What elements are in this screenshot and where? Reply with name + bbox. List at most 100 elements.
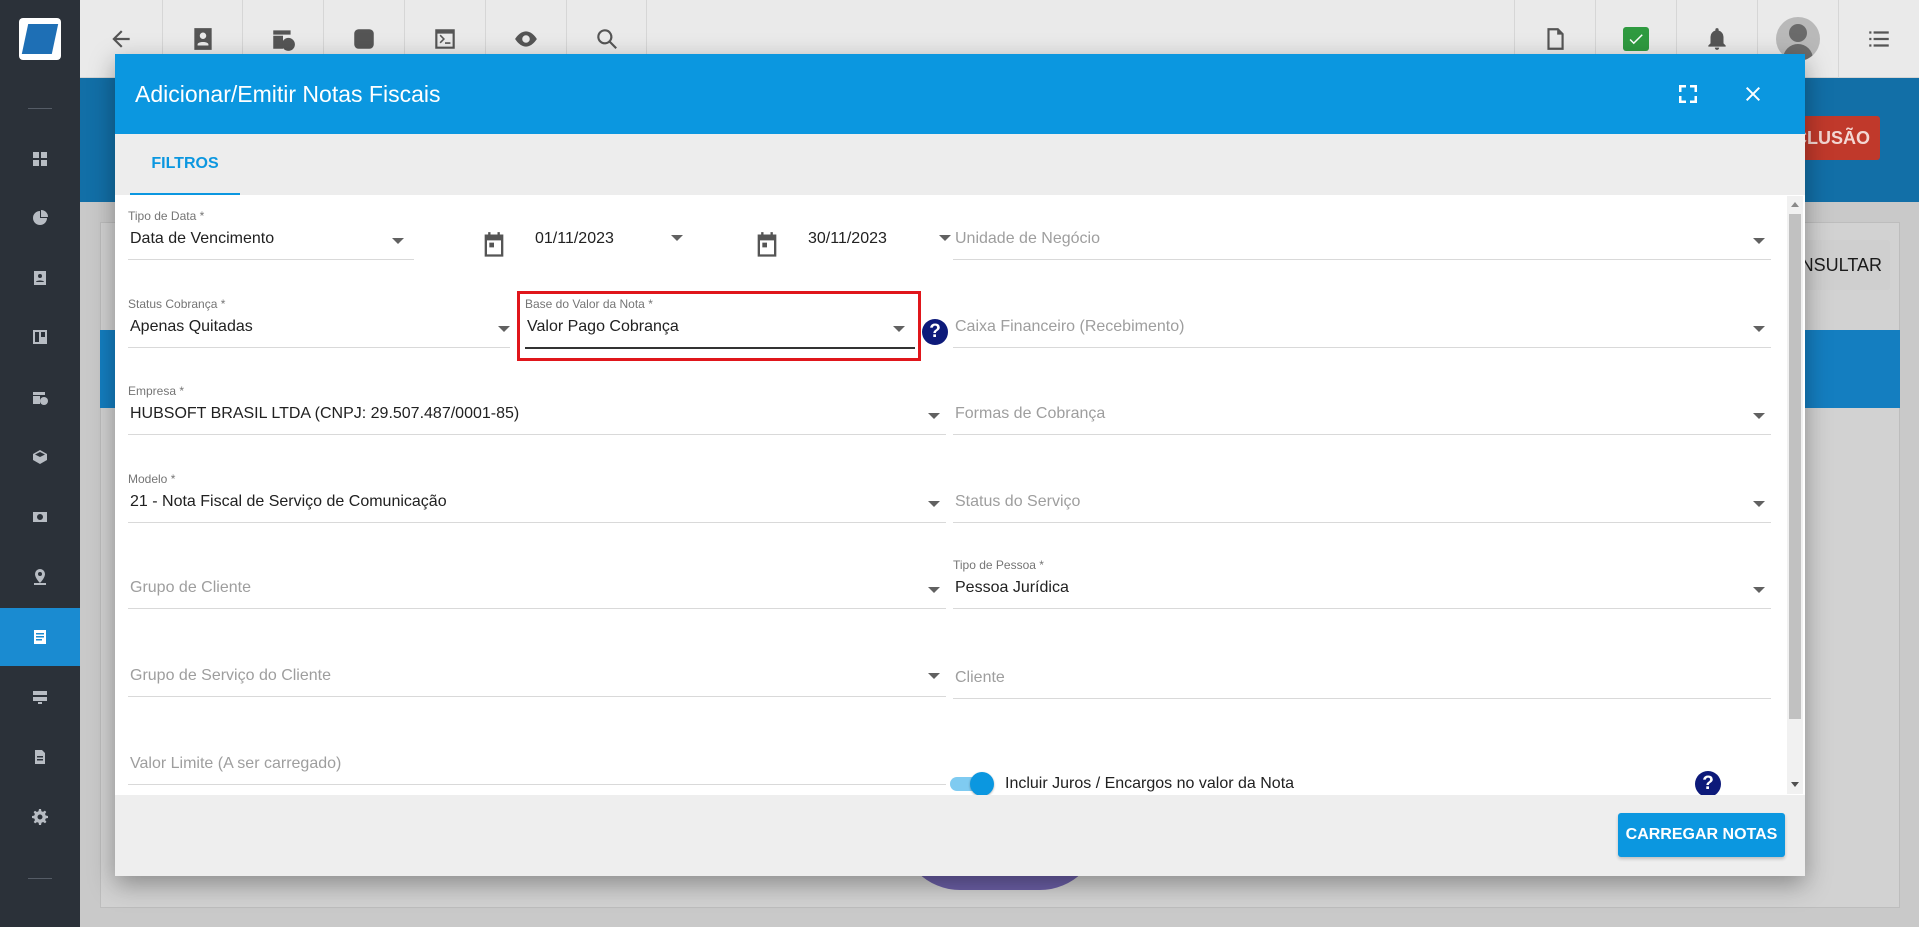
chevron-down-icon (1753, 238, 1765, 244)
field-placeholder: Status do Serviço (955, 493, 1081, 510)
sidebar-item-finance[interactable] (0, 488, 80, 546)
tipo-data-select[interactable]: Tipo de Data * Data de Vencimento (128, 209, 414, 267)
field-placeholder: Grupo de Cliente (130, 579, 251, 596)
main-menu-button[interactable] (1838, 0, 1919, 78)
field-value: Valor Pago Cobrança (527, 318, 679, 335)
scroll-thumb[interactable] (1789, 214, 1801, 719)
data-fim-field[interactable]: 30/11/2023 (806, 209, 951, 267)
chevron-down-icon (1753, 501, 1765, 507)
bell-icon (1708, 28, 1726, 50)
grupo-cliente-select[interactable]: Grupo de Cliente (128, 558, 946, 616)
sidebar-item-network[interactable] (0, 668, 80, 726)
sidebar-item-invoices[interactable] (0, 608, 80, 666)
chevron-down-icon (893, 326, 905, 332)
menu-list-icon (1869, 31, 1889, 47)
field-underline (128, 784, 946, 785)
data-inicio-field[interactable]: 01/11/2023 (533, 209, 683, 267)
modal-footer: CARREGAR NOTAS (115, 795, 1805, 876)
tipo-pessoa-select[interactable]: Tipo de Pessoa * Pessoa Jurídica (953, 558, 1771, 616)
close-button[interactable] (1737, 78, 1769, 110)
juros-toggle-label: Incluir Juros / Encargos no valor da Not… (1005, 775, 1295, 792)
sidebar-item-dashboard[interactable] (0, 130, 80, 188)
field-value: Pessoa Jurídica (955, 579, 1069, 596)
sidebar-item-products[interactable] (0, 428, 80, 486)
app-logo[interactable] (19, 18, 61, 60)
chevron-down-icon (392, 238, 404, 244)
calendar-end-button[interactable] (753, 231, 781, 259)
empresa-select[interactable]: Empresa * HUBSOFT BRASIL LTDA (CNPJ: 29.… (128, 384, 946, 442)
fullscreen-button[interactable] (1672, 78, 1704, 110)
fullscreen-icon (1679, 85, 1697, 103)
field-label: Base do Valor da Nota * (525, 297, 653, 311)
field-underline (953, 347, 1771, 348)
money-icon (33, 512, 47, 522)
field-label: Empresa * (128, 384, 185, 398)
field-label: Tipo de Pessoa * (953, 558, 1044, 572)
chevron-down-icon (928, 673, 940, 679)
load-invoices-button[interactable]: CARREGAR NOTAS (1618, 813, 1785, 857)
valor-limite-input[interactable]: Valor Limite (A ser carregado) (128, 734, 946, 792)
sidebar-item-reports[interactable] (0, 189, 80, 247)
field-underline (128, 522, 946, 523)
status-servico-select[interactable]: Status do Serviço (953, 472, 1771, 530)
sidebar-item-board[interactable] (0, 308, 80, 366)
field-underline (953, 698, 1771, 699)
field-value: 30/11/2023 (808, 230, 887, 247)
juros-toggle[interactable] (950, 772, 994, 795)
field-value: 01/11/2023 (535, 230, 614, 247)
contact-card-icon (193, 28, 212, 50)
caixa-financeiro-select[interactable]: Caixa Financeiro (Recebimento) (953, 297, 1771, 355)
grupo-servico-cliente-select[interactable]: Grupo de Serviço do Cliente (128, 646, 946, 704)
field-label: Status Cobrança * (128, 297, 226, 311)
terminal-icon (435, 29, 455, 49)
calendar-icon (757, 232, 777, 257)
form-scrollbar[interactable] (1787, 196, 1803, 794)
chevron-down-icon (939, 235, 951, 241)
field-underline (953, 434, 1771, 435)
chevron-down-icon (1753, 587, 1765, 593)
sidebar-divider (28, 108, 52, 109)
eye-icon (515, 31, 537, 47)
dollar-icon (354, 29, 374, 49)
file-icon (35, 750, 45, 764)
field-value: 21 - Nota Fiscal de Serviço de Comunicaç… (130, 493, 447, 510)
calendar-icon (484, 232, 504, 257)
field-label: Modelo * (128, 472, 176, 486)
scroll-down-icon[interactable] (1791, 782, 1799, 787)
base-valor-nota-select[interactable]: Base do Valor da Nota * Valor Pago Cobra… (525, 297, 915, 355)
unidade-negocio-select[interactable]: Unidade de Negócio (953, 209, 1771, 267)
field-value: Apenas Quitadas (130, 318, 253, 335)
modelo-select[interactable]: Modelo * 21 - Nota Fiscal de Serviço de … (128, 472, 946, 530)
kanban-icon (33, 330, 47, 344)
pie-chart-icon (33, 210, 48, 225)
field-placeholder: Valor Limite (A ser carregado) (130, 755, 342, 772)
help-icon[interactable]: ? (1695, 771, 1721, 795)
back-arrow-icon (112, 30, 130, 48)
filters-form: Tipo de Data * Data de Vencimento 01/11/… (115, 195, 1790, 795)
check-icon (1623, 27, 1649, 51)
formas-cobranca-select[interactable]: Formas de Cobrança (953, 384, 1771, 442)
sidebar-item-clients[interactable] (0, 249, 80, 307)
sidebar-item-map[interactable] (0, 548, 80, 606)
sidebar-item-settings[interactable] (0, 788, 80, 846)
calendar-clock-icon (33, 392, 48, 405)
field-underline (953, 522, 1771, 523)
gear-icon (32, 809, 48, 825)
field-underline (525, 347, 915, 349)
help-icon[interactable]: ? (922, 319, 948, 345)
status-cobranca-select[interactable]: Status Cobrança * Apenas Quitadas (128, 297, 510, 355)
sidebar-item-files[interactable] (0, 728, 80, 786)
field-value: Data de Vencimento (130, 230, 275, 247)
field-placeholder: Unidade de Negócio (955, 230, 1100, 247)
toggle-knob (970, 772, 994, 795)
cliente-input[interactable]: Cliente (953, 648, 1771, 706)
scroll-up-icon[interactable] (1791, 202, 1799, 207)
field-label: Tipo de Data * (128, 209, 205, 223)
calendar-start-button[interactable] (480, 231, 508, 259)
sidebar-item-schedule[interactable] (0, 368, 80, 426)
search-icon (596, 29, 617, 49)
calendar-clock-icon (273, 30, 295, 51)
background-consult-button[interactable]: NSULTAR (1790, 240, 1890, 290)
tab-filters[interactable]: FILTROS (130, 134, 240, 195)
modal-title: Adicionar/Emitir Notas Fiscais (135, 80, 441, 107)
